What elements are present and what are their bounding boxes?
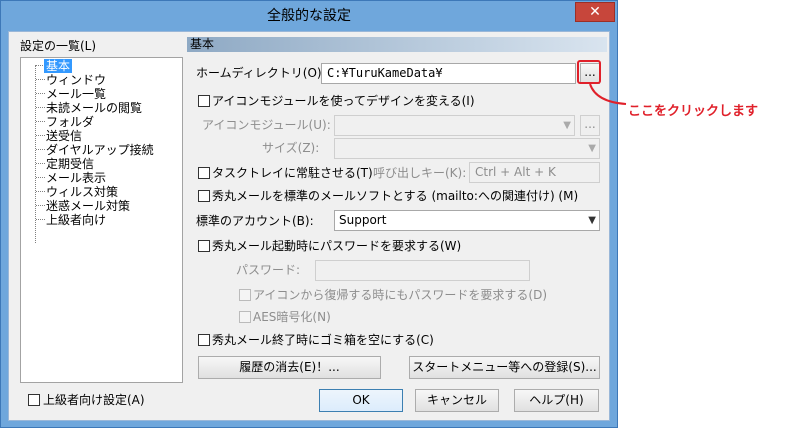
home-dir-input[interactable]: C:¥TuruKameData¥ [321,63,576,84]
tree-item-window[interactable]: ウィンドウ [46,73,106,87]
pw-restore-checkbox[interactable] [239,289,251,301]
icon-module-checkbox[interactable] [198,95,210,107]
help-button[interactable]: ヘルプ(H) [514,389,599,412]
title-bar: 全般的な設定 ✕ [1,1,617,31]
clear-history-button[interactable]: 履歴の消去(E)！... [198,356,381,379]
settings-list-header: 設定の一覧(L) [20,39,97,53]
highlight-box [577,60,601,84]
password-check-label: 秀丸メール起動時にパスワードを要求する(W) [212,239,462,253]
tree-item-virus[interactable]: ウィルス対策 [46,185,118,199]
hotkey-label: 呼び出しキー(K): [373,166,467,180]
tray-checkbox[interactable] [198,167,210,179]
trash-label: 秀丸メール終了時にゴミ箱を空にする(C) [212,333,434,347]
size-label: サイズ(Z): [262,141,320,155]
tree-item-unread[interactable]: 未読メールの閲覧 [46,101,142,115]
tree-item-mail-display[interactable]: メール表示 [46,171,106,185]
dialog-title: 全般的な設定 [267,8,351,24]
tree-item-basic[interactable]: 基本 [44,59,73,73]
annotation-text: ここをクリックします [628,104,759,119]
advanced-settings-label: 上級者向け設定(A) [43,393,145,407]
annotation-arrow [589,83,627,105]
home-dir-label: ホームディレクトリ(O): [196,66,326,80]
tree-item-folder[interactable]: フォルダ [46,115,94,129]
pw-restore-label: アイコンから復帰する時にもパスワードを要求する(D) [253,288,548,302]
tree-item-spam[interactable]: 迷惑メール対策 [46,199,130,213]
tree-item-mail-list[interactable]: メール一覧 [46,87,106,101]
settings-dialog: 全般的な設定 ✕ 設定の一覧(L) 基本 ウィンドウ メール一覧 未読メールの閲… [0,0,618,428]
start-menu-register-button[interactable]: スタートメニュー等への登録(S)... [409,356,600,379]
icon-module-browse-button[interactable]: ... [580,115,600,136]
ok-button[interactable]: OK [319,389,403,412]
mailto-checkbox[interactable] [198,190,210,202]
password-input[interactable] [315,260,530,281]
account-value: Support [339,213,387,227]
chevron-down-icon: ▼ [563,120,571,131]
dialog-body: 設定の一覧(L) 基本 ウィンドウ メール一覧 未読メールの閲覧 フォルダ 送受… [8,31,610,421]
tray-label: タスクトレイに常駐させる(T) [212,166,373,180]
icon-module-label: アイコンモジュール(U): [202,118,331,132]
advanced-settings-checkbox[interactable] [28,394,40,406]
cancel-button[interactable]: キャンセル [415,389,499,412]
trash-checkbox[interactable] [198,334,210,346]
aes-label: AES暗号化(N) [253,310,331,324]
chevron-down-icon: ▼ [588,143,596,154]
size-select[interactable]: ▼ [334,138,600,159]
icon-module-select[interactable]: ▼ [334,115,575,136]
password-checkbox[interactable] [198,240,210,252]
aes-checkbox[interactable] [239,311,251,323]
section-header: 基本 [187,37,607,52]
mailto-label: 秀丸メールを標準のメールソフトとする (mailto:への関連付け) (M) [212,189,579,203]
account-select[interactable]: Support ▼ [334,210,600,231]
tree-item-send-receive[interactable]: 送受信 [46,129,82,143]
tree-item-advanced[interactable]: 上級者向け [46,213,106,227]
hotkey-input[interactable]: Ctrl + Alt + K [469,162,600,183]
password-label: パスワード: [236,263,301,277]
tree-item-dialup[interactable]: ダイヤルアップ接続 [46,143,154,157]
tree-item-scheduled[interactable]: 定期受信 [46,157,94,171]
chevron-down-icon: ▼ [588,215,596,226]
account-label: 標準のアカウント(B): [196,214,314,228]
icon-module-check-label: アイコンモジュールを使ってデザインを変える(I) [212,94,475,108]
close-button[interactable]: ✕ [575,2,615,22]
settings-tree[interactable]: 基本 ウィンドウ メール一覧 未読メールの閲覧 フォルダ 送受信 ダイヤルアップ… [20,57,183,383]
